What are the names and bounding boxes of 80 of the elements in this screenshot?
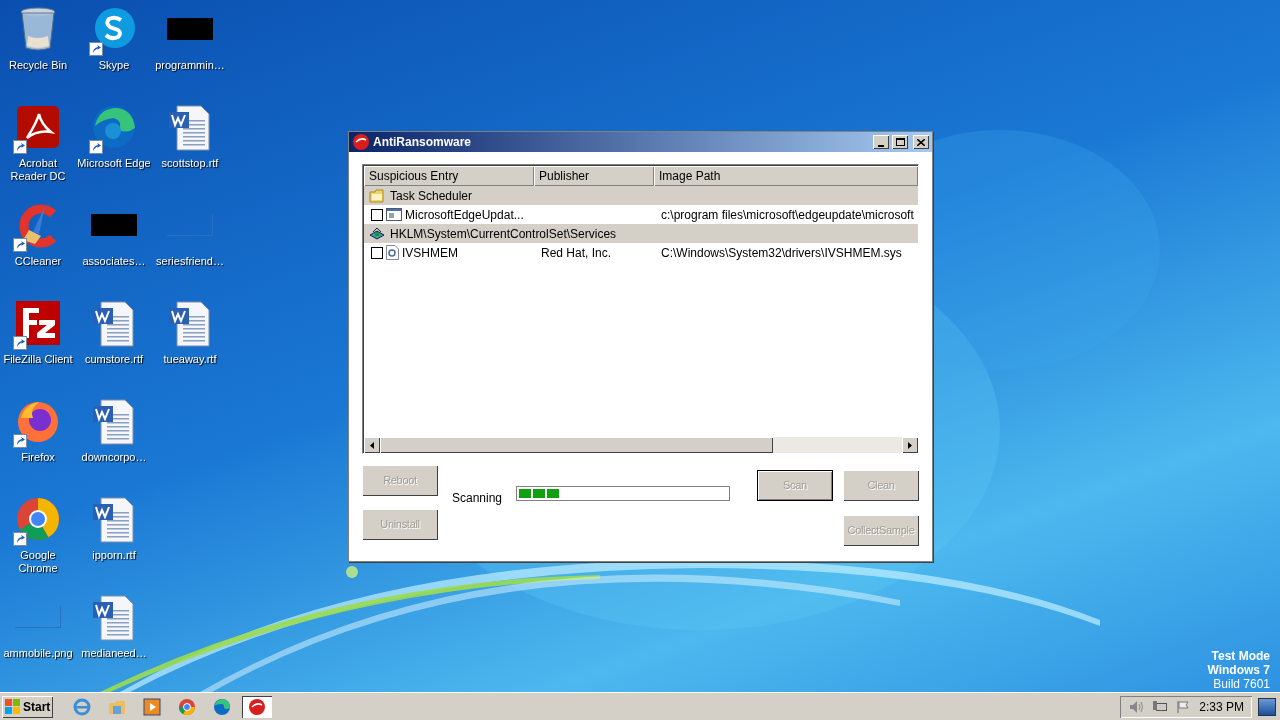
table-cell-text: IVSHMEM bbox=[402, 244, 458, 262]
file-thumbnail-icon bbox=[167, 214, 213, 236]
os-info-text: Build 7601 bbox=[1213, 677, 1270, 691]
column-header[interactable]: Publisher bbox=[534, 166, 654, 186]
chrome-icon bbox=[178, 697, 197, 716]
table-cell-text: MicrosoftEdgeUpdat... bbox=[405, 206, 524, 224]
word-document-icon bbox=[91, 300, 137, 348]
desktop-icon-label[interactable]: tueaway.rtf bbox=[163, 353, 217, 366]
column-header[interactable]: Suspicious Entry bbox=[364, 166, 534, 186]
registry-icon bbox=[369, 225, 385, 242]
folder-icon bbox=[108, 698, 127, 715]
recycle-bin-icon bbox=[18, 6, 58, 52]
window-icon bbox=[386, 208, 402, 221]
os-info-text: Windows 7 bbox=[1207, 663, 1270, 677]
taskbar-app-button[interactable] bbox=[242, 695, 273, 718]
desktop-icon-label[interactable]: Recycle Bin bbox=[8, 59, 68, 72]
media-player-icon bbox=[143, 697, 162, 716]
word-document-icon bbox=[91, 496, 137, 544]
edge-icon bbox=[213, 697, 232, 716]
group-label: HKLM\System\CurrentControlSet\Services bbox=[390, 225, 617, 243]
network-icon[interactable] bbox=[1152, 699, 1168, 714]
desktop-icon-label[interactable]: medianeed… bbox=[81, 647, 147, 660]
filezilla-icon bbox=[15, 300, 61, 346]
desktop-icon-label[interactable]: Acrobat Reader DC bbox=[0, 157, 76, 183]
desktop-icon-label[interactable]: programmin… bbox=[155, 59, 225, 72]
table-cell: c:\program files\microsoft\edgeupdate\microsoft bbox=[661, 207, 914, 222]
column-header[interactable]: Image Path bbox=[654, 166, 918, 186]
show-desktop-button[interactable] bbox=[1258, 697, 1276, 716]
app-logo-icon bbox=[352, 133, 370, 151]
word-document-icon bbox=[167, 104, 213, 152]
table-cell: C:\Windows\System32\drivers\IVSHMEM.sys bbox=[661, 245, 902, 260]
desktop-icon-label[interactable]: ipporn.rtf bbox=[92, 549, 136, 562]
desktop-icon-label[interactable]: downcorpo… bbox=[81, 451, 147, 464]
desktop-icon-label[interactable]: associates… bbox=[82, 255, 146, 268]
desktop-icon-label[interactable]: Google Chrome bbox=[0, 549, 76, 575]
row-checkbox[interactable] bbox=[371, 246, 383, 259]
status-label: Scanning bbox=[452, 490, 503, 507]
right-arrow-icon bbox=[908, 441, 912, 449]
window-title: AntiRansomware bbox=[373, 134, 473, 151]
desktop-icon-label[interactable]: ammobile.png bbox=[3, 647, 73, 660]
horizontal-scrollbar[interactable] bbox=[364, 437, 918, 453]
os-info-text: Test Mode bbox=[1211, 649, 1270, 663]
scroll-thumb[interactable] bbox=[380, 437, 773, 453]
table-cell: Red Hat, Inc. bbox=[541, 245, 612, 260]
edge-icon bbox=[91, 104, 137, 150]
row-checkbox[interactable] bbox=[371, 208, 383, 221]
desktop-icon-label[interactable]: scottstop.rtf bbox=[161, 157, 219, 170]
driver-file-icon bbox=[386, 245, 399, 260]
group-row[interactable]: HKLM\System\CurrentControlSet\Services bbox=[364, 224, 918, 243]
acrobat-icon bbox=[15, 104, 61, 150]
clock[interactable]: 2:33 PM bbox=[1199, 697, 1244, 716]
group-label: Task Scheduler bbox=[390, 187, 473, 205]
ie-icon bbox=[73, 697, 92, 716]
word-document-icon bbox=[167, 300, 213, 348]
scroll-right-button[interactable] bbox=[902, 437, 918, 453]
minimize-button[interactable] bbox=[873, 135, 889, 149]
app-logo-icon bbox=[248, 697, 267, 716]
desktop-icon-label[interactable]: seriesfriend… bbox=[156, 255, 224, 268]
desktop-icon-label[interactable]: cumstore.rtf bbox=[84, 353, 144, 366]
word-document-icon bbox=[91, 594, 137, 642]
desktop-icon-label[interactable]: CCleaner bbox=[14, 255, 62, 268]
file-thumbnail-icon bbox=[91, 214, 137, 236]
desktop-icon-label[interactable]: FileZilla Client bbox=[3, 353, 73, 366]
scroll-left-button[interactable] bbox=[364, 437, 380, 453]
close-icon bbox=[917, 138, 925, 146]
desktop-icon-label[interactable]: Microsoft Edge bbox=[77, 157, 151, 170]
group-row[interactable]: Task Scheduler bbox=[364, 186, 918, 205]
file-thumbnail-icon bbox=[167, 18, 213, 40]
file-thumbnail-icon bbox=[15, 606, 61, 628]
chrome-icon bbox=[15, 496, 61, 542]
desktop-icon-label[interactable]: Firefox bbox=[21, 451, 55, 464]
desktop-icon-label[interactable]: Skype bbox=[98, 59, 130, 72]
maximize-button[interactable] bbox=[892, 135, 908, 149]
word-document-icon bbox=[91, 398, 137, 446]
start-button[interactable]: Start bbox=[2, 695, 54, 718]
left-arrow-icon bbox=[370, 441, 374, 449]
windows-logo-icon bbox=[5, 699, 21, 714]
folder-icon bbox=[369, 188, 385, 203]
close-button[interactable] bbox=[913, 135, 929, 149]
flag-icon[interactable] bbox=[1176, 699, 1190, 714]
